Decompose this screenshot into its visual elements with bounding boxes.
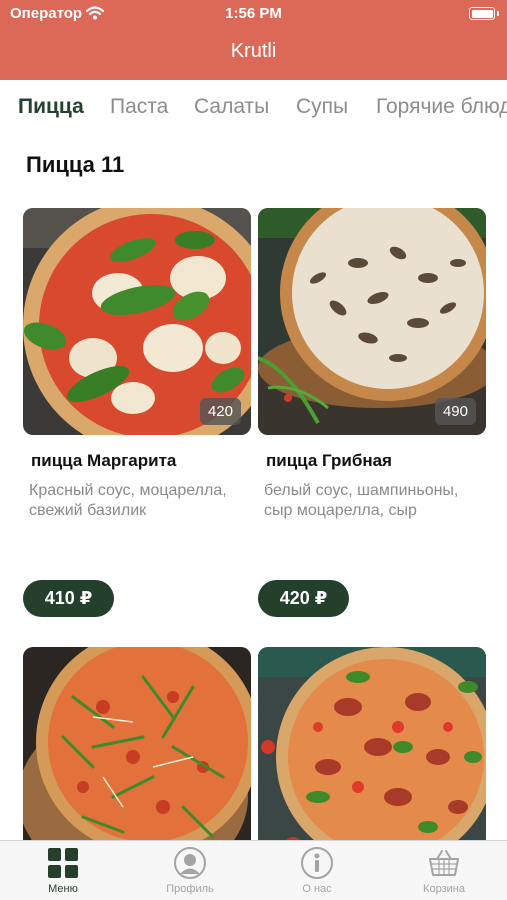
status-time: 1:56 PM [225, 5, 282, 22]
tabbar-item-about[interactable]: О нас [254, 841, 380, 900]
tabbar-label: О нас [302, 883, 332, 895]
section-title: Пицца 11 [26, 152, 125, 177]
product-image[interactable]: 420 [23, 208, 251, 435]
weight-badge: 490 [434, 398, 476, 425]
app-title: Krutli [230, 40, 277, 62]
weight-badge: 420 [199, 398, 241, 425]
add-to-cart-price-button[interactable]: 420 ₽ [258, 580, 349, 617]
tabbar-label: Корзина [423, 883, 465, 895]
tabbar-item-profile[interactable]: Профиль [127, 841, 253, 900]
tab-soups[interactable]: Супы [296, 95, 348, 119]
grid-icon [48, 848, 78, 878]
app-header: Оператор 1:56 PM Krutli [0, 0, 507, 80]
tabbar-item-menu[interactable]: Меню [0, 841, 126, 900]
product-name: пицца Грибная [266, 451, 392, 470]
category-tabs: Пицца Паста Салаты Супы Горячие блюда [0, 80, 507, 134]
product-card[interactable]: 490 пицца Грибная белый соус, шампиньоны… [258, 208, 486, 617]
tabbar-item-cart[interactable]: Корзина [381, 841, 507, 900]
basket-icon [429, 850, 459, 876]
tabbar-label: Меню [48, 883, 78, 895]
product-description: Красный соус, моцарелла, свежий базилик [29, 482, 227, 519]
product-description: белый соус, шампиньоны, сыр моцарелла, с… [264, 482, 459, 519]
tab-hot-dishes[interactable]: Горячие блюда [376, 95, 507, 119]
tab-pasta[interactable]: Паста [110, 95, 168, 119]
product-name: пицца Маргарита [31, 451, 177, 470]
app-screen: Оператор 1:56 PM Krutli Пицца Паста Сала… [0, 0, 507, 900]
bottom-tab-bar: Меню Профиль О нас Корзина [0, 840, 507, 900]
battery-icon [469, 7, 499, 20]
info-icon [301, 847, 333, 879]
tab-salads[interactable]: Салаты [194, 95, 269, 119]
status-bar: Оператор 1:56 PM [0, 0, 507, 28]
product-card[interactable]: 420 пицца Маргарита Красный соус, моцаре… [23, 208, 251, 617]
profile-icon [174, 847, 206, 879]
add-to-cart-price-button[interactable]: 410 ₽ [23, 580, 114, 617]
tabbar-label: Профиль [166, 883, 214, 895]
product-image[interactable]: 490 [258, 208, 486, 435]
tab-pizza[interactable]: Пицца [18, 95, 84, 119]
